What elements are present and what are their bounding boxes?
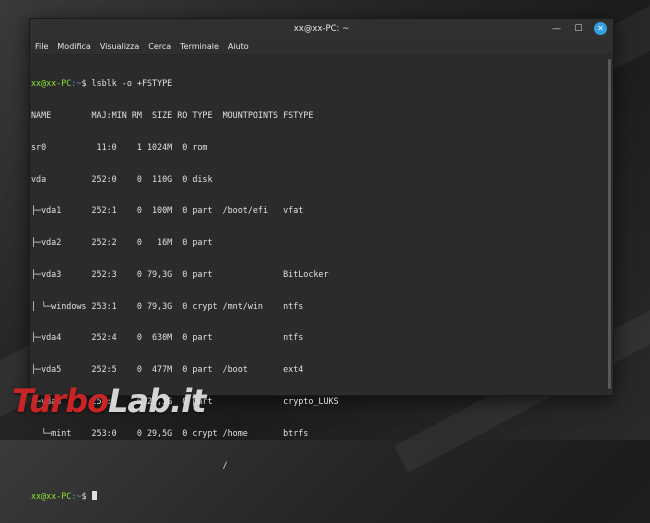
output-line: vda 252:0 0 110G 0 disk xyxy=(31,173,213,184)
prompt-symbol: $ xyxy=(81,491,87,502)
scrollbar-thumb[interactable] xyxy=(608,59,611,389)
menu-visualizza[interactable]: Visualizza xyxy=(100,42,139,51)
menu-bar: File Modifica Visualizza Cerca Terminale… xyxy=(30,39,613,55)
current-prompt-line: xx@xx-PC:~$ xyxy=(31,491,603,502)
title-bar[interactable]: xx@xx-PC: ~ — ☐ ✕ xyxy=(30,19,613,39)
menu-file[interactable]: File xyxy=(35,42,48,51)
output-line: ├─vda3 252:3 0 79,3G 0 part BitLocker xyxy=(31,268,329,279)
menu-terminale[interactable]: Terminale xyxy=(180,42,219,51)
output-line: ├─vda1 252:1 0 100M 0 part /boot/efi vfa… xyxy=(31,205,304,216)
maximize-icon[interactable]: ☐ xyxy=(572,22,585,35)
output-line: NAME MAJ:MIN RM SIZE RO TYPE MOUNTPOINTS… xyxy=(31,109,314,120)
command-text: lsblk -o +FSTYPE xyxy=(86,78,173,89)
output-line: / xyxy=(31,459,228,470)
menu-cerca[interactable]: Cerca xyxy=(148,42,171,51)
prompt-user: xx@xx-PC xyxy=(31,78,72,89)
watermark-logo: TurboLab.it xyxy=(12,382,206,420)
prompt-path: :~ xyxy=(71,491,82,502)
scrollbar[interactable] xyxy=(603,55,613,395)
prompt-path: :~ xyxy=(71,78,82,89)
output-line: │ └─windows 253:1 0 79,3G 0 crypt /mnt/w… xyxy=(31,300,304,311)
output-line: sr0 11:0 1 1024M 0 rom xyxy=(31,141,208,152)
command-line: xx@xx-PC:~$ lsblk -o +FSTYPE xyxy=(31,78,603,89)
window-title: xx@xx-PC: ~ xyxy=(293,24,350,34)
prompt-user: xx@xx-PC xyxy=(31,491,72,502)
text-cursor xyxy=(91,491,97,501)
menu-modifica[interactable]: Modifica xyxy=(57,42,90,51)
minimize-icon[interactable]: — xyxy=(550,22,563,35)
output-line: ├─vda5 252:5 0 477M 0 part /boot ext4 xyxy=(31,364,304,375)
output-line: ├─vda2 252:2 0 16M 0 part xyxy=(31,237,213,248)
terminal-window: xx@xx-PC: ~ — ☐ ✕ File Modifica Visualiz… xyxy=(29,18,614,501)
close-icon[interactable]: ✕ xyxy=(594,22,607,35)
output-line: └─mint 253:0 0 29,5G 0 crypt /home btrfs xyxy=(31,427,309,438)
terminal-output[interactable]: xx@xx-PC:~$ lsblk -o +FSTYPE NAME MAJ:MI… xyxy=(30,55,603,501)
output-line: ├─vda4 252:4 0 630M 0 part ntfs xyxy=(31,332,304,343)
menu-aiuto[interactable]: Aiuto xyxy=(228,42,249,51)
